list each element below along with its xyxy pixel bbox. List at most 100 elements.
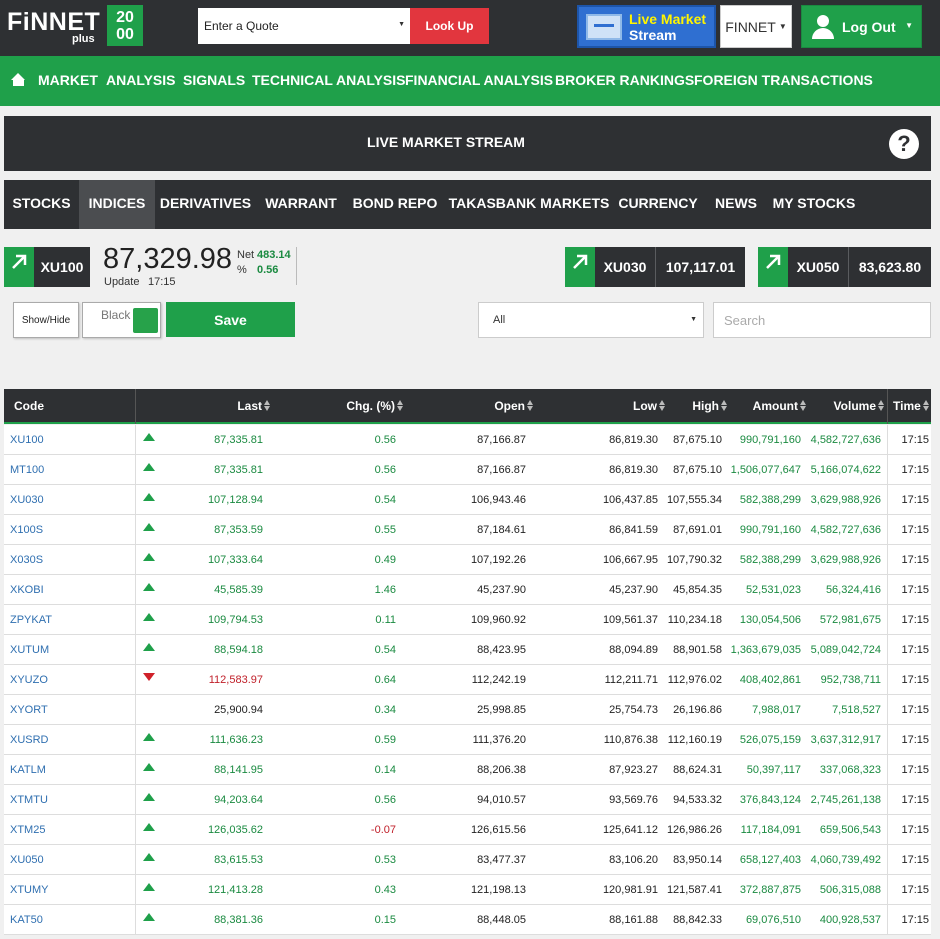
xu100-card[interactable]: XU100 bbox=[4, 247, 90, 287]
table-row[interactable]: XYORT 25,900.94 0.34 25,998.85 25,754.73 26,1… bbox=[4, 695, 931, 725]
cell-time: 17:15 bbox=[901, 464, 929, 476]
lookup-button[interactable]: Look Up bbox=[410, 8, 489, 44]
table-row[interactable]: XTUMY 121,413.28 0.43 121,198.13 120,981.91 1… bbox=[4, 875, 931, 905]
tab-derivatives[interactable]: DERIVATIVES bbox=[155, 180, 256, 229]
tab-my-stocks[interactable]: MY STOCKS bbox=[770, 180, 858, 229]
row-code-link[interactable]: MT100 bbox=[10, 455, 44, 485]
search-input[interactable]: Search bbox=[713, 302, 931, 338]
row-code-link[interactable]: X030S bbox=[10, 545, 43, 575]
table-row[interactable]: XUSRD 111,636.23 0.59 111,376.20 110,876.38 1… bbox=[4, 725, 931, 755]
nav-item-broker-rankings[interactable]: BROKER RANKINGS bbox=[555, 72, 694, 88]
row-code-link[interactable]: XKOBI bbox=[10, 575, 44, 605]
table-row[interactable]: XU050 83,615.53 0.53 83,477.37 83,106.20 83,9… bbox=[4, 845, 931, 875]
col-header-last[interactable]: Last bbox=[237, 389, 271, 424]
nav-item-signals[interactable]: SIGNALS bbox=[183, 72, 245, 88]
row-code-link[interactable]: XTM25 bbox=[10, 815, 45, 845]
caret-down-icon[interactable]: ▼ bbox=[905, 21, 913, 30]
row-code-link[interactable]: X100S bbox=[10, 515, 43, 545]
table-row[interactable]: XTMTU 94,203.64 0.56 94,010.57 93,569.76 94,5… bbox=[4, 785, 931, 815]
table-row[interactable]: ZPYKAT 109,794.53 0.11 109,960.92 109,561.37… bbox=[4, 605, 931, 635]
table-row[interactable]: MT100 87,335.81 0.56 87,166.87 86,819.30 87,6… bbox=[4, 455, 931, 485]
caret-down-icon[interactable]: ▼ bbox=[398, 21, 405, 28]
cell-last: 88,381.36 bbox=[214, 914, 263, 926]
row-code-link[interactable]: XTUMY bbox=[10, 875, 49, 905]
table-row[interactable]: XYUZO 112,583.97 0.64 112,242.19 112,211.71 1… bbox=[4, 665, 931, 695]
cell-volume: 952,738,711 bbox=[820, 674, 881, 686]
col-header-amount[interactable]: Amount bbox=[753, 389, 807, 424]
table-row[interactable]: KATLM 88,141.95 0.14 88,206.38 87,923.27 88,6… bbox=[4, 755, 931, 785]
theme-toggle[interactable]: Black bbox=[82, 302, 161, 338]
show-hide-button[interactable]: Show/Hide bbox=[13, 302, 79, 338]
live-market-stream-button[interactable]: Live Market Stream bbox=[577, 5, 716, 48]
sort-icon[interactable] bbox=[127, 401, 134, 412]
col-header-volume[interactable]: Volume bbox=[834, 389, 885, 424]
filter-select[interactable]: All ▼ bbox=[478, 302, 704, 338]
table-row[interactable]: XTM25 126,035.62 -0.07 126,615.56 125,641.12… bbox=[4, 815, 931, 845]
col-header-change[interactable]: Chg. (%) bbox=[346, 389, 404, 424]
index-value: 107,117.01 bbox=[655, 247, 745, 287]
row-code-link[interactable]: XTMTU bbox=[10, 785, 48, 815]
table-row[interactable]: KAT50 88,381.36 0.15 88,448.05 88,161.88 88,8… bbox=[4, 905, 931, 935]
table-row[interactable]: X100S 87,353.59 0.55 87,184.61 86,841.59 87,6… bbox=[4, 515, 931, 545]
table-row[interactable]: XKOBI 45,585.39 1.46 45,237.90 45,237.90 45,8… bbox=[4, 575, 931, 605]
help-icon[interactable]: ? bbox=[889, 129, 919, 159]
live-market-stream-label: Live Market Stream bbox=[629, 11, 706, 43]
row-code-link[interactable]: KAT50 bbox=[10, 905, 43, 935]
cell-high: 112,976.02 bbox=[667, 674, 722, 686]
nav-item-financial-analysis[interactable]: FINANCIAL ANALYSIS bbox=[405, 72, 553, 88]
cell-high: 112,160.19 bbox=[667, 734, 722, 746]
live-label-line2: Stream bbox=[629, 27, 677, 43]
table-row[interactable]: XUTUM 88,594.18 0.54 88,423.95 88,094.89 88,9… bbox=[4, 635, 931, 665]
col-header-open[interactable]: Open bbox=[494, 389, 534, 424]
nav-item-technical-analysis[interactable]: TECHNICAL ANALYSIS bbox=[252, 72, 406, 88]
nav-item-analysis[interactable]: ANALYSIS bbox=[106, 72, 176, 88]
tab-currency[interactable]: CURRENCY bbox=[614, 180, 702, 229]
tab-news[interactable]: NEWS bbox=[702, 180, 770, 229]
finnet-logo[interactable]: FiNNET plus 20 00 bbox=[6, 5, 146, 49]
table-row[interactable]: X030S 107,333.64 0.49 107,192.26 106,667.95 1… bbox=[4, 545, 931, 575]
col-header-low[interactable]: Low bbox=[633, 389, 666, 424]
divider bbox=[135, 725, 136, 755]
tab-bond-repo[interactable]: BOND REPO bbox=[346, 180, 444, 229]
row-code-link[interactable]: XUTUM bbox=[10, 635, 49, 665]
row-code-link[interactable]: ZPYKAT bbox=[10, 605, 52, 635]
cell-low: 106,437.85 bbox=[602, 494, 658, 506]
tab-indices[interactable]: INDICES bbox=[79, 180, 155, 229]
row-code-link[interactable]: XU100 bbox=[10, 425, 44, 455]
home-icon[interactable] bbox=[11, 73, 26, 86]
col-header-code[interactable]: Code bbox=[14, 389, 44, 424]
xu030-card[interactable]: XU030 107,117.01 bbox=[565, 247, 745, 287]
cell-last: 94,203.64 bbox=[214, 794, 263, 806]
row-code-link[interactable]: XU030 bbox=[10, 485, 44, 515]
divider bbox=[135, 845, 136, 875]
divider bbox=[135, 665, 136, 695]
search-placeholder: Search bbox=[724, 312, 766, 328]
row-code-link[interactable]: XYUZO bbox=[10, 665, 48, 695]
cell-volume: 3,629,988,926 bbox=[810, 554, 881, 566]
col-header-high[interactable]: High bbox=[692, 389, 728, 424]
top-bar: FiNNET plus 20 00 Enter a Quote ▼ Look U… bbox=[0, 0, 940, 56]
tab-warrant[interactable]: WARRANT bbox=[256, 180, 346, 229]
toggle-knob bbox=[133, 308, 158, 333]
table-row[interactable]: XU100 87,335.81 0.56 87,166.87 86,819.30 87,6… bbox=[4, 425, 931, 455]
xu050-card[interactable]: XU050 83,623.80 bbox=[758, 247, 931, 287]
triangle-up-icon bbox=[143, 493, 155, 503]
tab-takasbank-markets[interactable]: TAKASBANK MARKETS bbox=[444, 180, 614, 229]
col-header-time[interactable]: Time bbox=[893, 389, 930, 424]
nav-item-foreign-transactions[interactable]: FOREIGN TRANSACTIONS bbox=[694, 72, 873, 88]
cell-high: 26,196.86 bbox=[673, 704, 722, 716]
tab-stocks[interactable]: STOCKS bbox=[4, 180, 79, 229]
row-code-link[interactable]: XUSRD bbox=[10, 725, 49, 755]
cell-time: 17:15 bbox=[901, 554, 929, 566]
cell-volume: 337,068,323 bbox=[819, 764, 881, 776]
table-row[interactable]: XU030 107,128.94 0.54 106,943.46 106,437.85 1… bbox=[4, 485, 931, 515]
quote-input[interactable]: Enter a Quote ▼ bbox=[198, 8, 410, 44]
cell-low: 93,569.76 bbox=[609, 794, 658, 806]
finnet-dropdown[interactable]: FINNET ▼ bbox=[720, 5, 792, 48]
row-code-link[interactable]: KATLM bbox=[10, 755, 46, 785]
save-button[interactable]: Save bbox=[166, 302, 295, 337]
nav-item-market[interactable]: MARKET bbox=[38, 72, 98, 88]
logout-button[interactable]: Log Out ▼ bbox=[801, 5, 922, 48]
row-code-link[interactable]: XU050 bbox=[10, 845, 44, 875]
row-code-link[interactable]: XYORT bbox=[10, 695, 48, 725]
